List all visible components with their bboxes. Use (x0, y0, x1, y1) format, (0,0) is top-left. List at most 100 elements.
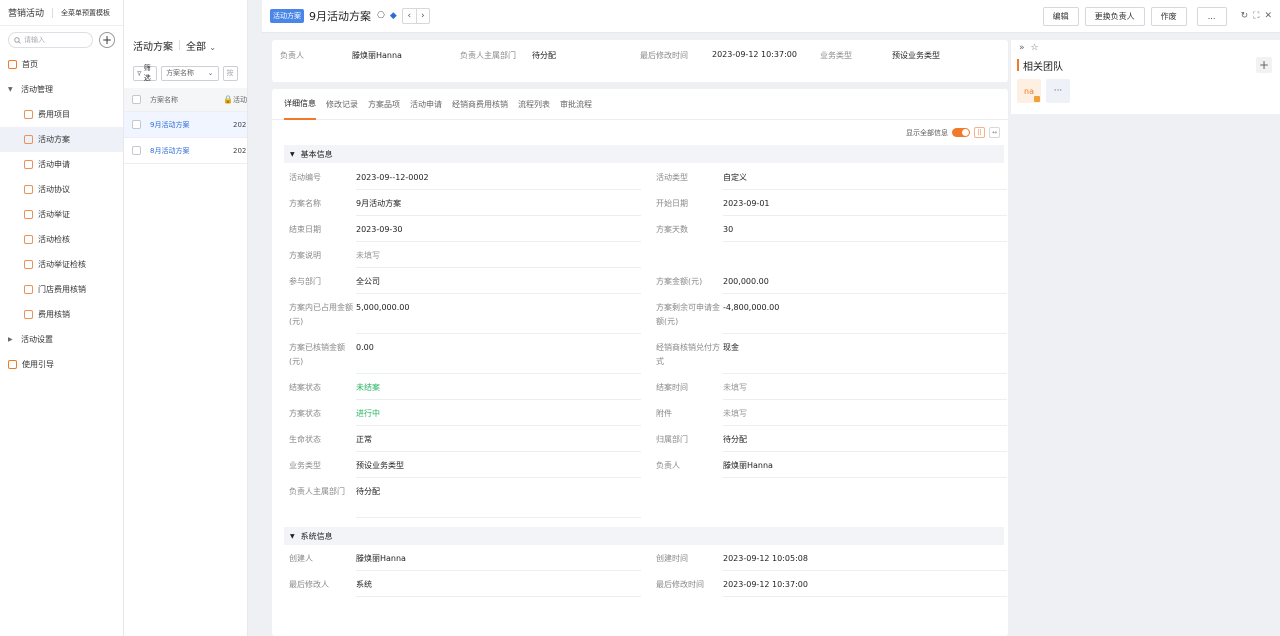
sidebar-item[interactable]: 活动申请 (0, 152, 123, 177)
tab[interactable]: 流程列表 (518, 89, 550, 120)
field-value[interactable]: 0.00 (356, 341, 641, 374)
row-checkbox[interactable] (132, 120, 141, 129)
field-value[interactable]: 待分配 (356, 485, 641, 518)
show-all-toggle[interactable] (952, 128, 970, 137)
field-value[interactable]: 待分配 (723, 433, 1007, 452)
related-panel: » ☆ 相关团队 + na ··· (1011, 40, 1280, 114)
column-header-name[interactable]: 方案名称 (150, 95, 223, 105)
more-actions-button[interactable]: ... (1196, 6, 1227, 26)
sidebar-item[interactable]: ▼ 活动管理 (0, 77, 123, 102)
form-field (656, 242, 1013, 268)
sidebar-search[interactable] (8, 32, 93, 48)
field-select[interactable]: 方案名称 ⌄ (161, 65, 219, 81)
section-system-info[interactable]: ▼ 系统信息 (284, 527, 1004, 545)
row-name-link[interactable]: 8月活动方案 (150, 146, 223, 156)
collapse-icon[interactable]: » (1019, 43, 1025, 53)
template-name[interactable]: 全菜单预置模板 (61, 8, 110, 18)
divider (52, 7, 54, 18)
field-value[interactable]: 自定义 (723, 171, 1007, 190)
form-field: 活动类型 自定义 (656, 164, 1013, 190)
sidebar-item[interactable]: 活动举证检核 (0, 252, 123, 277)
table-row[interactable]: 8月活动方案 202 (124, 138, 247, 164)
edit-title-icon[interactable]: ⎔ (377, 11, 385, 21)
sidebar-item[interactable]: ▶ 活动设置 (0, 327, 123, 352)
sidebar-item[interactable]: 费用核销 (0, 302, 123, 327)
fullscreen-icon[interactable]: ⛶ (1253, 11, 1259, 21)
field-value[interactable]: 未填写 (723, 381, 1007, 400)
close-icon[interactable]: ✕ (1264, 11, 1272, 21)
section-basic-info[interactable]: ▼ 基本信息 (284, 145, 1004, 163)
column-layout-icon[interactable]: || (974, 127, 985, 138)
sidebar-item[interactable]: 活动方案 (0, 127, 123, 152)
field-value[interactable]: 未填写 (356, 249, 641, 268)
change-owner-button[interactable]: 更换负责人 (1084, 6, 1145, 26)
field-value[interactable]: 2023-09-01 (723, 197, 1007, 216)
table-row[interactable]: 9月活动方案 202 (124, 112, 247, 138)
field-value[interactable]: 30 (723, 223, 1007, 242)
list-title: 活动方案 (133, 41, 173, 53)
field-value[interactable]: 200,000.00 (723, 275, 1007, 294)
field-value[interactable]: 正常 (356, 433, 641, 452)
more-members-button[interactable]: ··· (1046, 79, 1070, 103)
sidebar-item[interactable]: 首页 (0, 52, 123, 77)
field-value[interactable]: 滕焕丽Hanna (723, 459, 1007, 478)
add-icon[interactable]: + (99, 32, 115, 48)
chevron-right-icon[interactable]: › (415, 9, 429, 23)
edit-button[interactable]: 编辑 (1042, 6, 1079, 26)
sidebar-item[interactable]: 门店费用核销 (0, 277, 123, 302)
field-value[interactable]: 系统 (356, 578, 641, 597)
void-button[interactable]: 作废 (1150, 6, 1187, 26)
tab[interactable]: 活动申请 (410, 89, 442, 120)
accent-bar (1017, 59, 1019, 71)
field-value[interactable]: 滕焕丽Hanna (356, 552, 641, 571)
refresh-icon[interactable]: ↻ (1241, 11, 1249, 21)
select-all-checkbox[interactable] (132, 95, 141, 104)
field-value[interactable]: 全公司 (356, 275, 641, 294)
field-value[interactable]: -4,800,000.00 (723, 301, 1007, 334)
chevron-left-icon[interactable]: ‹ (403, 9, 416, 23)
field-value[interactable]: 未填写 (723, 407, 1007, 426)
sidebar-item[interactable]: 活动举证 (0, 202, 123, 227)
avatar[interactable]: na (1017, 79, 1041, 103)
form-field: 方案名称 9月活动方案 (289, 190, 656, 216)
field-value[interactable]: 2023-09-12 10:05:08 (723, 552, 1007, 571)
sidebar-item[interactable]: 费用项目 (0, 102, 123, 127)
field-value[interactable]: 2023-09--12-0002 (356, 171, 641, 190)
row-name-link[interactable]: 9月活动方案 (150, 120, 223, 130)
sidebar-item[interactable]: 活动检核 (0, 227, 123, 252)
field-label: 方案剩余可申请金额(元) (656, 303, 720, 326)
pin-icon[interactable]: ☆ (1031, 43, 1039, 53)
field-value[interactable]: 预设业务类型 (356, 459, 641, 478)
writeoff-icon (24, 310, 33, 319)
sidebar-item[interactable]: 使用引导 (0, 352, 123, 377)
tab[interactable]: 经销商费用核销 (452, 89, 508, 120)
summary-value: 预设业务类型 (892, 51, 940, 60)
summary-field: 负责人 滕焕丽Hanna (280, 50, 460, 82)
field-value[interactable]: 进行中 (356, 407, 641, 426)
field-value[interactable]: 2023-09-30 (356, 223, 641, 242)
tab[interactable]: 方案品项 (368, 89, 400, 120)
field-value[interactable]: 现金 (723, 341, 1007, 374)
sidebar-search-input[interactable] (24, 36, 84, 44)
field-value[interactable]: 未结案 (356, 381, 641, 400)
expand-icon[interactable]: ↔ (989, 127, 1000, 138)
tab[interactable]: 审批流程 (560, 89, 592, 120)
field-label: 业务类型 (289, 461, 321, 470)
add-member-icon[interactable]: + (1256, 57, 1272, 73)
field-value[interactable]: 2023-09-12 10:37:00 (723, 578, 1007, 597)
detail-tabs: 详细信息 修改记录 方案品项 活动申请 经销商费用核销 流程列表 审批流程 (272, 89, 1008, 120)
search-by-select[interactable]: 按 (222, 65, 238, 81)
field-value[interactable]: 9月活动方案 (356, 197, 641, 216)
sidebar-item[interactable]: 活动协议 (0, 177, 123, 202)
filter-button[interactable]: 筛选 (133, 64, 158, 82)
app-title[interactable]: 营销活动 (8, 6, 44, 19)
scope-select[interactable]: 全部 ⌄ (186, 38, 216, 53)
field-value[interactable] (723, 249, 1007, 268)
row-checkbox[interactable] (132, 146, 141, 155)
sidebar-search-row: + (0, 26, 123, 52)
tab[interactable]: 详细信息 (284, 89, 316, 120)
tag-icon[interactable]: ◆ (390, 11, 397, 21)
field-value[interactable]: 5,000,000.00 (356, 301, 641, 334)
tab[interactable]: 修改记录 (326, 89, 358, 120)
column-header-activity[interactable]: 活动 (233, 95, 247, 105)
